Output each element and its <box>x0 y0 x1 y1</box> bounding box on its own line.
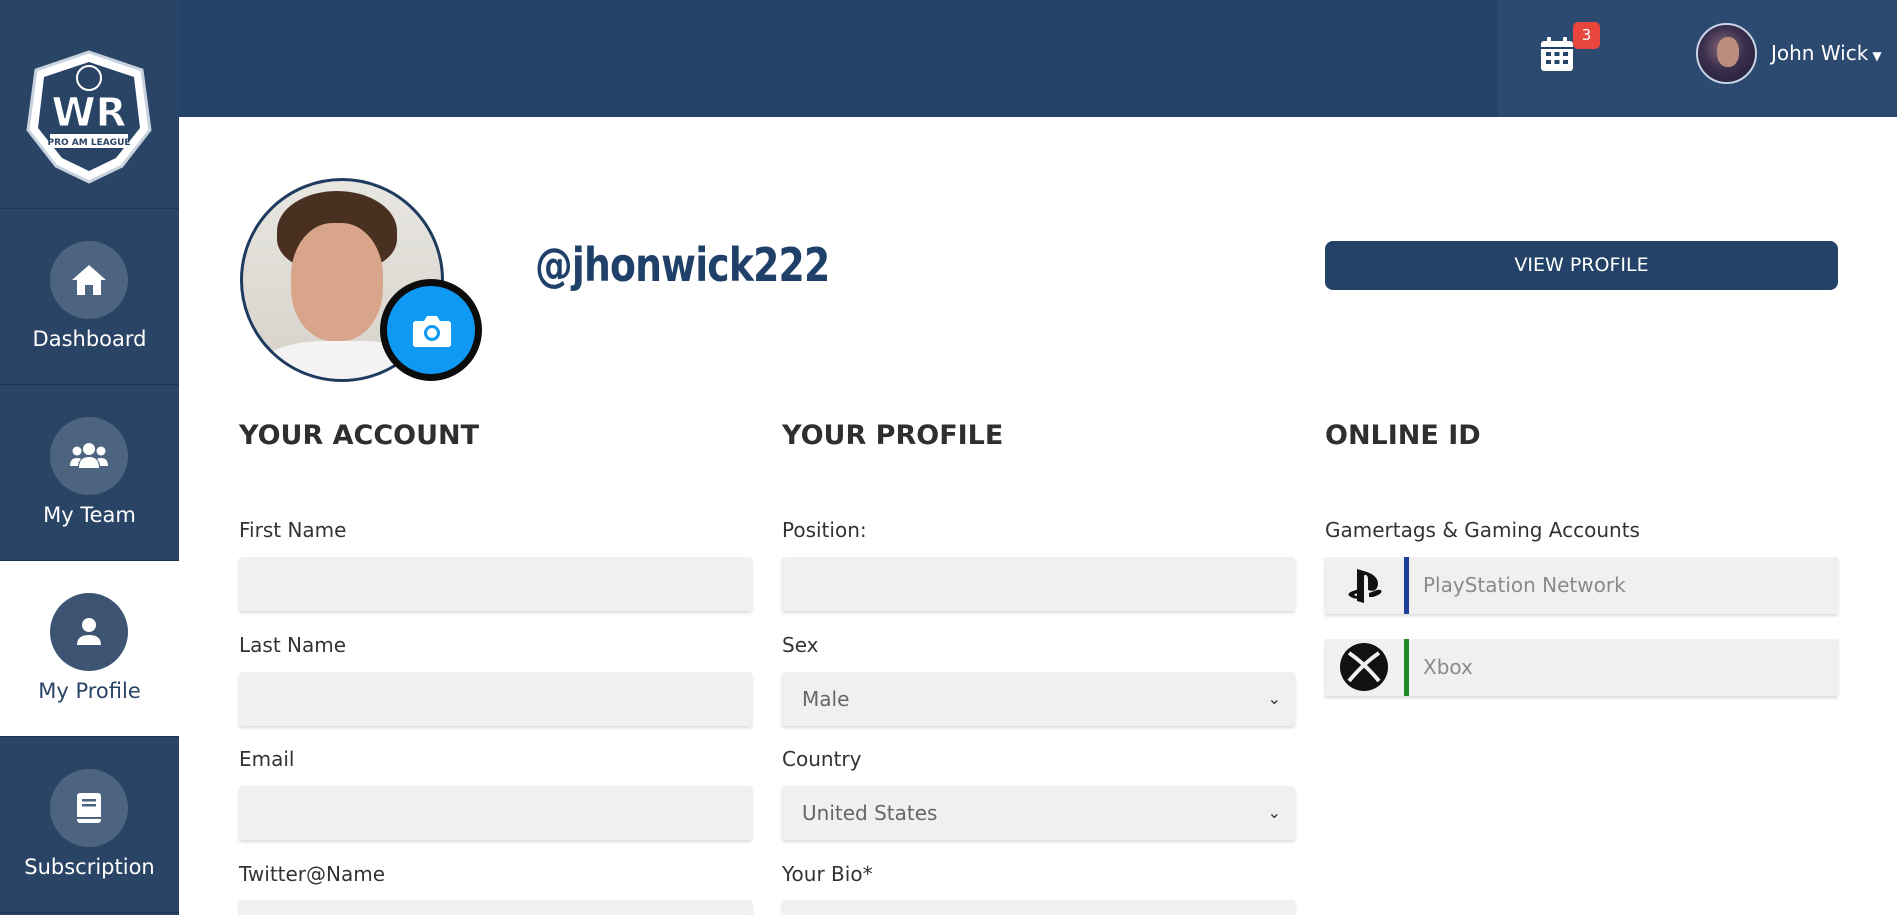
xbox-icon-box <box>1325 639 1404 696</box>
sidebar-item-my-profile[interactable]: My Profile <box>0 561 179 737</box>
calendar-icon[interactable] <box>1540 36 1574 72</box>
sidebar-item-label: My Profile <box>38 679 141 703</box>
section-title-your-profile: YOUR PROFILE <box>782 420 1004 451</box>
sidebar-item-label: My Team <box>43 503 136 527</box>
home-icon <box>72 265 106 295</box>
psn-field[interactable]: PlayStation Network <box>1325 557 1838 614</box>
nav-icon-circle <box>50 593 128 671</box>
gaming-accounts-label: Gamertags & Gaming Accounts <box>1325 518 1640 542</box>
chevron-down-icon: ⌄ <box>1267 803 1281 822</box>
sidebar-item-subscription[interactable]: Subscription <box>0 737 179 913</box>
avatar[interactable] <box>1696 23 1757 84</box>
nav-icon-circle <box>50 241 128 319</box>
sex-select[interactable]: Male ⌄ <box>782 672 1295 726</box>
last-name-label: Last Name <box>239 633 347 657</box>
first-name-label: First Name <box>239 518 347 542</box>
logo[interactable]: WR PRO AM LEAGUE <box>0 0 179 209</box>
bio-field[interactable] <box>782 900 1295 915</box>
camera-icon <box>413 316 451 347</box>
logo-subtext: PRO AM LEAGUE <box>47 138 130 148</box>
position-field[interactable] <box>782 557 1295 611</box>
section-title-online-id: ONLINE ID <box>1325 420 1481 451</box>
twitter-field[interactable] <box>239 900 752 915</box>
xbox-placeholder: Xbox <box>1423 655 1473 679</box>
sidebar-item-my-team[interactable]: My Team <box>0 385 179 561</box>
league-logo: WR PRO AM LEAGUE <box>26 50 152 184</box>
last-name-field[interactable] <box>239 672 752 726</box>
twitter-label: Twitter@Name <box>239 862 386 886</box>
sidebar-item-label: Dashboard <box>32 327 147 351</box>
country-value: United States <box>802 801 938 825</box>
playstation-icon <box>1348 569 1382 603</box>
profile-handle: @jhonwick222 <box>535 238 830 292</box>
email-field[interactable] <box>239 786 752 840</box>
country-label: Country <box>782 747 862 771</box>
section-title-your-account: YOUR ACCOUNT <box>239 420 480 451</box>
psn-divider <box>1404 557 1409 614</box>
book-icon <box>77 793 101 823</box>
xbox-field[interactable]: Xbox <box>1325 639 1838 696</box>
sex-value: Male <box>802 687 850 711</box>
position-label: Position: <box>782 518 867 542</box>
user-name: John Wick <box>1771 41 1869 65</box>
psn-placeholder: PlayStation Network <box>1423 573 1626 597</box>
nav-icon-circle <box>50 769 128 847</box>
notification-badge: 3 <box>1573 22 1600 49</box>
email-label: Email <box>239 747 295 771</box>
user-icon <box>77 618 101 645</box>
sex-label: Sex <box>782 633 819 657</box>
sidebar-item-dashboard[interactable]: Dashboard <box>0 209 179 385</box>
sidebar: WR PRO AM LEAGUE Dashboard My Team My Pr… <box>0 0 179 915</box>
xbox-icon <box>1340 643 1388 691</box>
team-icon <box>70 443 108 468</box>
psn-icon-box <box>1325 557 1404 614</box>
sidebar-item-label: Subscription <box>24 855 155 879</box>
country-select[interactable]: United States ⌄ <box>782 786 1295 840</box>
view-profile-button[interactable]: VIEW PROFILE <box>1325 241 1838 290</box>
change-photo-button[interactable] <box>380 279 482 381</box>
nav-icon-circle <box>50 417 128 495</box>
chevron-down-icon: ▼ <box>1872 49 1882 63</box>
user-menu[interactable]: John Wick ▼ <box>1771 41 1882 65</box>
chevron-down-icon: ⌄ <box>1267 689 1281 708</box>
xbox-divider <box>1404 639 1409 696</box>
logo-wr-text: WR <box>52 90 127 136</box>
first-name-field[interactable] <box>239 557 752 611</box>
bio-label: Your Bio* <box>782 862 873 886</box>
